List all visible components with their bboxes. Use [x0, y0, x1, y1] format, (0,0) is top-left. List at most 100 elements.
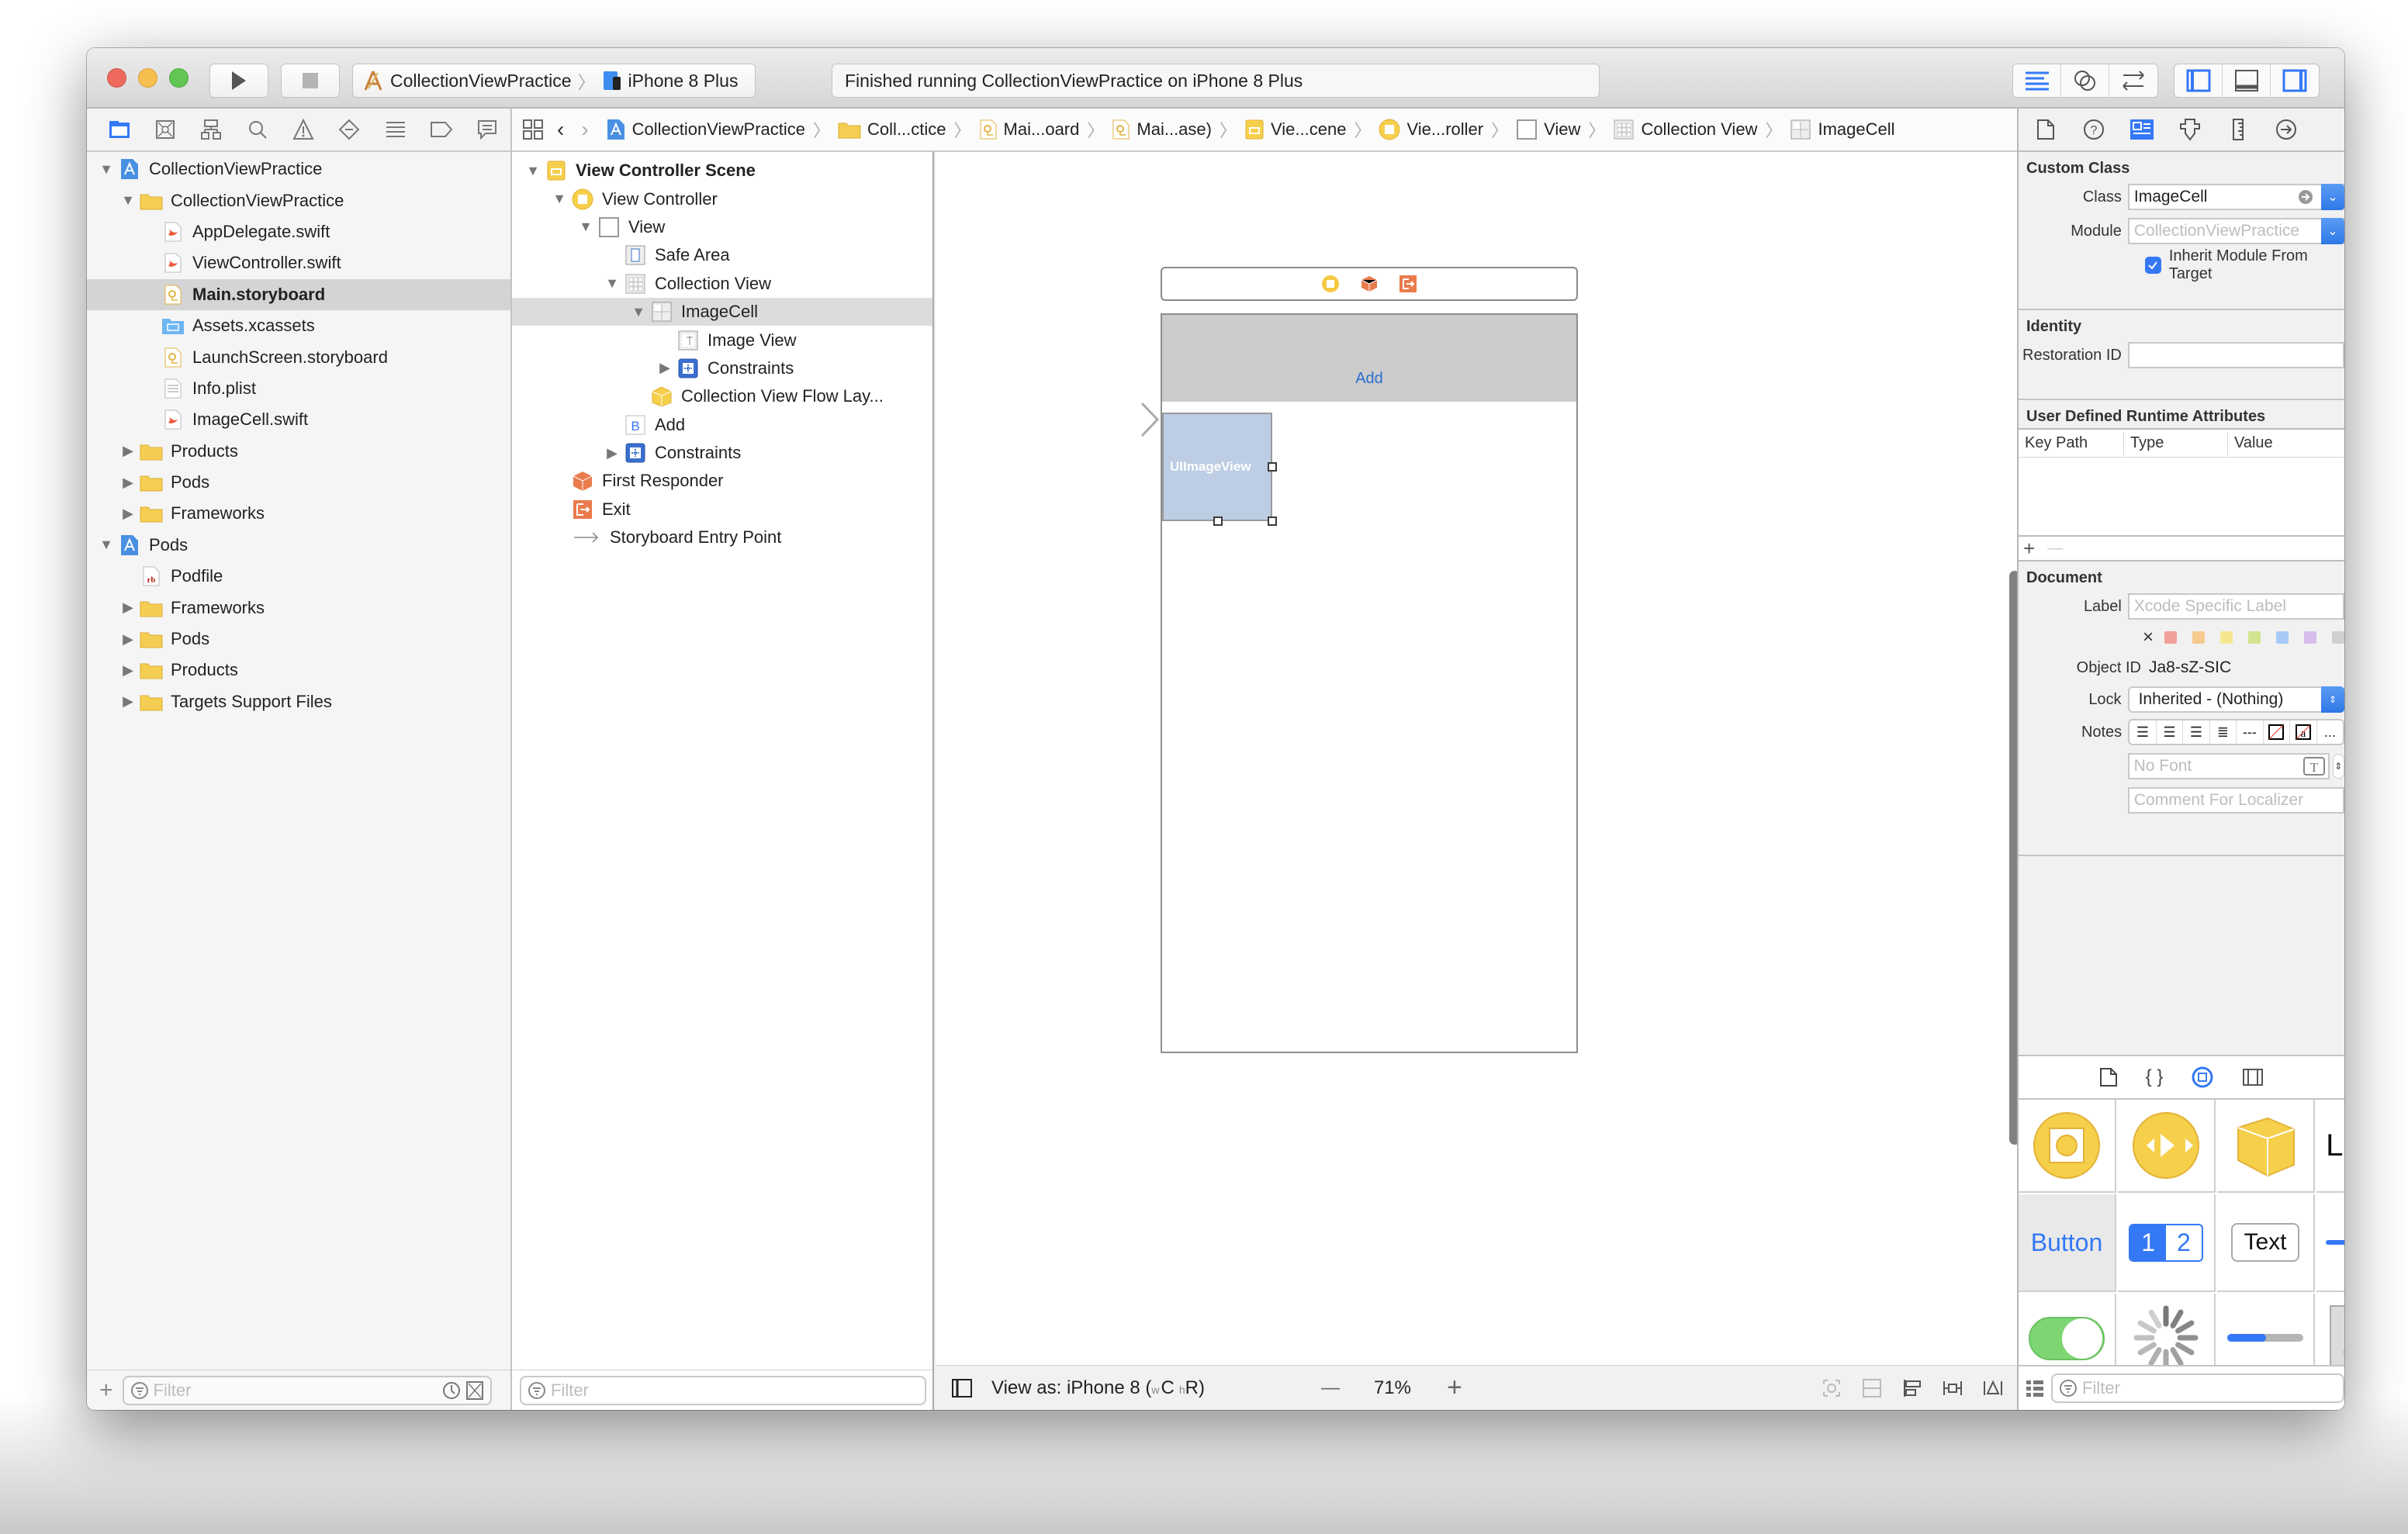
tree-item[interactable]: Image View: [512, 326, 932, 354]
library-filter[interactable]: Filter: [2051, 1373, 2344, 1403]
disclosure-closed-icon[interactable]: ▶: [119, 505, 137, 522]
library-item-view-controller[interactable]: [2019, 1100, 2116, 1193]
tree-item[interactable]: ▶ Pods: [87, 624, 510, 655]
disclosure-closed-icon[interactable]: ▶: [656, 360, 673, 377]
zoom-in-button[interactable]: +: [1447, 1373, 1462, 1403]
related-items-icon[interactable]: [521, 118, 545, 141]
breadcrumb-item[interactable]: View: [1516, 119, 1580, 140]
add-file-button[interactable]: +: [99, 1377, 113, 1404]
object-library-icon[interactable]: [2191, 1066, 2214, 1089]
breadcrumb-item[interactable]: ImageCell: [1790, 119, 1895, 140]
clear-label-color-button[interactable]: ×: [2143, 627, 2154, 648]
restoration-id-field[interactable]: [2127, 342, 2344, 368]
resize-handle-bottom[interactable]: [1213, 517, 1223, 526]
tree-item[interactable]: ▶ Frameworks: [87, 498, 510, 529]
tree-item[interactable]: ▼ Pods: [87, 530, 510, 561]
xcode-label-field[interactable]: Xcode Specific Label: [2127, 593, 2344, 620]
recent-files-icon[interactable]: [442, 1381, 461, 1400]
tree-item[interactable]: ▼ CollectionViewPractice: [87, 185, 510, 216]
update-frames-icon[interactable]: [1822, 1378, 1842, 1398]
close-window-button[interactable]: [107, 68, 126, 88]
disclosure-open-icon[interactable]: ▼: [98, 161, 115, 178]
add-attribute-button[interactable]: +: [2023, 537, 2035, 561]
tree-item[interactable]: Safe Area: [512, 241, 932, 269]
list-view-toggle-icon[interactable]: [2026, 1379, 2044, 1398]
disclosure-open-icon[interactable]: ▼: [551, 191, 568, 208]
tree-item[interactable]: ▼ View Controller: [512, 185, 932, 212]
toggle-utilities-button[interactable]: [2271, 64, 2319, 97]
disclosure-open-icon[interactable]: ▼: [98, 537, 115, 554]
tab-size-inspector[interactable]: [2223, 114, 2254, 145]
remove-attribute-button[interactable]: —: [2047, 540, 2063, 558]
tree-item[interactable]: Assets.xcassets: [87, 310, 510, 341]
zoom-window-button[interactable]: [169, 68, 189, 88]
library-item-button[interactable]: Button: [2019, 1194, 2116, 1292]
notes-more-button[interactable]: ...: [2317, 720, 2343, 744]
toggle-navigator-button[interactable]: [2174, 64, 2223, 97]
label-color-swatch[interactable]: [2332, 631, 2344, 644]
breadcrumb-item[interactable]: CollectionViewPractice: [606, 118, 805, 141]
toggle-debug-area-button[interactable]: [2223, 64, 2271, 97]
image-cell[interactable]: UIImageView: [1162, 413, 1277, 526]
breadcrumb-item[interactable]: Mai...ase): [1112, 119, 1212, 140]
add-constraints-icon[interactable]: [1943, 1378, 1963, 1398]
library-item-slider[interactable]: [2316, 1194, 2344, 1292]
tree-item[interactable]: LaunchScreen.storyboard: [87, 341, 510, 372]
runtime-attributes-table[interactable]: [2019, 458, 2344, 535]
version-editor-button[interactable]: [2109, 64, 2157, 97]
disclosure-closed-icon[interactable]: ▶: [119, 662, 137, 679]
font-field[interactable]: No Font T: [2127, 753, 2330, 779]
breadcrumb-item[interactable]: Vie...cene: [1244, 119, 1346, 140]
align-left-button[interactable]: ☰: [2129, 720, 2157, 744]
tab-source-control[interactable]: [142, 114, 188, 145]
tab-attributes-inspector[interactable]: [2174, 114, 2206, 145]
embed-in-stack-icon[interactable]: [1862, 1378, 1882, 1398]
disclosure-open-icon[interactable]: ▼: [630, 303, 647, 320]
label-color-swatch[interactable]: [2192, 631, 2205, 644]
tab-file-inspector[interactable]: [2030, 114, 2061, 145]
navigator-filter[interactable]: Filter: [122, 1375, 492, 1405]
module-dropdown-button[interactable]: ⌄: [2321, 218, 2344, 244]
scheme-selector[interactable]: CollectionViewPractice 〉 iPhone 8 Plus: [352, 64, 756, 98]
tree-item[interactable]: ▼ ImageCell: [512, 297, 932, 326]
lock-popup[interactable]: Inherited - (Nothing) ⇕: [2127, 686, 2344, 713]
add-button[interactable]: Add: [1355, 370, 1383, 388]
tab-find-navigator[interactable]: [234, 114, 280, 145]
label-color-swatch[interactable]: [2276, 631, 2289, 644]
tree-item[interactable]: Storyboard Entry Point: [512, 523, 932, 551]
tab-breakpoint-navigator[interactable]: [418, 114, 464, 145]
tab-test-navigator[interactable]: [327, 114, 372, 145]
tab-issue-navigator[interactable]: [280, 114, 326, 145]
storyboard-canvas[interactable]: Add UIImageView: [936, 152, 2020, 1365]
text-color-button[interactable]: a: [2290, 720, 2317, 744]
justify-button[interactable]: ≣: [2210, 720, 2237, 744]
breadcrumb-item[interactable]: Vie...roller: [1379, 119, 1483, 140]
disclosure-closed-icon[interactable]: ▶: [604, 444, 621, 461]
tree-item[interactable]: ▼ Collection View: [512, 270, 932, 298]
tab-quick-help[interactable]: ?: [2078, 114, 2109, 145]
resize-handle-right[interactable]: [1268, 462, 1277, 472]
tab-connections-inspector[interactable]: [2271, 114, 2302, 145]
tab-report-navigator[interactable]: [465, 114, 510, 145]
first-responder-icon[interactable]: [1360, 275, 1379, 293]
disclosure-closed-icon[interactable]: ▶: [119, 693, 137, 710]
disclosure-open-icon[interactable]: ▼: [577, 219, 594, 236]
exit-icon[interactable]: [1399, 275, 1417, 293]
natural-align-button[interactable]: ---: [2237, 720, 2264, 744]
label-color-swatch[interactable]: [2304, 631, 2316, 644]
toggle-outline-icon[interactable]: [951, 1377, 973, 1399]
back-button[interactable]: ‹: [557, 117, 564, 142]
tree-item[interactable]: Exit: [512, 496, 932, 523]
view-as-selector[interactable]: View as: iPhone 8 ( w C h R): [991, 1377, 1205, 1399]
tree-item[interactable]: Collection View Flow Lay...: [512, 382, 932, 410]
zoom-out-button[interactable]: —: [1321, 1377, 1340, 1399]
minimize-window-button[interactable]: [138, 68, 157, 88]
resolve-issues-icon[interactable]: [1983, 1378, 2003, 1398]
disclosure-open-icon[interactable]: ▼: [604, 275, 621, 292]
tab-debug-navigator[interactable]: [372, 114, 418, 145]
tree-item[interactable]: ▶ Frameworks: [87, 592, 510, 623]
label-color-swatch[interactable]: [2220, 631, 2233, 644]
media-library-icon[interactable]: [2242, 1068, 2264, 1087]
resize-handle-corner[interactable]: [1268, 517, 1277, 526]
breadcrumb-item[interactable]: Coll...ctice: [838, 119, 946, 140]
